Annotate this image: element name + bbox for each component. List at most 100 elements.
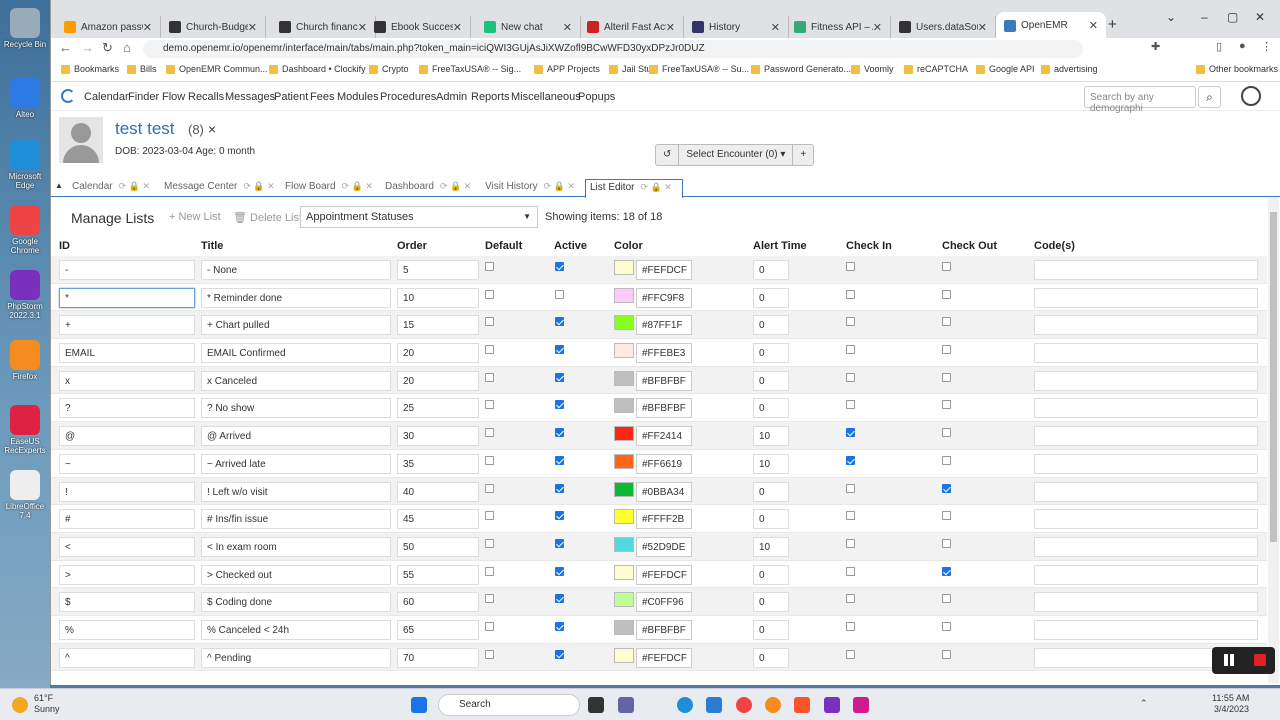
title-input[interactable]: ? No show xyxy=(201,398,391,419)
check-in-checkbox[interactable] xyxy=(846,538,855,548)
codes-input[interactable] xyxy=(1034,453,1258,474)
default-checkbox[interactable] xyxy=(485,511,494,521)
id-input[interactable]: < xyxy=(59,536,195,557)
check-out-checkbox[interactable] xyxy=(942,345,951,355)
default-checkbox[interactable] xyxy=(485,345,494,355)
bookmark-item[interactable]: OpenEMR Commun... xyxy=(166,64,268,74)
default-checkbox[interactable] xyxy=(485,594,494,604)
desktop-icon[interactable]: LibreOffice 7.4 xyxy=(3,470,47,520)
patient-search-input[interactable]: Search by any demographi xyxy=(1084,86,1196,114)
color-input[interactable]: #FFFF2B xyxy=(636,509,692,530)
default-checkbox[interactable] xyxy=(485,317,494,327)
menu-item[interactable]: Recalls xyxy=(188,91,224,103)
check-out-checkbox[interactable] xyxy=(942,317,951,327)
patient-name[interactable]: test test xyxy=(115,119,175,139)
check-in-checkbox[interactable] xyxy=(846,483,855,493)
active-checkbox[interactable] xyxy=(555,538,564,548)
active-checkbox[interactable] xyxy=(555,594,564,604)
codes-input[interactable] xyxy=(1034,509,1258,530)
alert-time-input[interactable]: 0 xyxy=(753,619,789,640)
check-out-checkbox[interactable] xyxy=(942,400,951,410)
id-input[interactable]: % xyxy=(59,619,195,640)
new-tab-icon[interactable]: + xyxy=(1108,16,1117,33)
close-tab-icon[interactable]: ✕ xyxy=(666,21,675,34)
id-input[interactable]: ? xyxy=(59,398,195,419)
browser-tab[interactable]: Users.dataSource✕ xyxy=(891,16,996,38)
stop-icon[interactable] xyxy=(1254,654,1266,666)
color-input[interactable]: #BFBFBF xyxy=(636,619,692,640)
title-input[interactable]: x Canceled xyxy=(201,370,391,391)
color-swatch[interactable] xyxy=(614,481,634,497)
order-input[interactable]: 70 xyxy=(397,647,479,668)
default-checkbox[interactable] xyxy=(485,538,494,548)
id-input[interactable]: @ xyxy=(59,426,195,447)
browser-tab[interactable]: Church finances✕ xyxy=(271,16,376,38)
order-input[interactable]: 35 xyxy=(397,453,479,474)
order-input[interactable]: 60 xyxy=(397,592,479,613)
bookmark-item[interactable]: Voomly xyxy=(851,64,894,74)
codes-input[interactable] xyxy=(1034,370,1258,391)
order-input[interactable]: 30 xyxy=(397,426,479,447)
check-out-checkbox[interactable] xyxy=(942,594,951,604)
taskbar-search[interactable]: Search xyxy=(438,694,580,716)
title-input[interactable]: ~ Arrived late xyxy=(201,453,391,474)
app-icon[interactable] xyxy=(824,697,840,713)
tab-controls-icon[interactable]: ⟳ 🔒 ✕ xyxy=(342,181,373,191)
close-window-icon[interactable]: ✕ xyxy=(1255,10,1265,24)
check-out-checkbox[interactable] xyxy=(942,538,951,548)
bookmark-item[interactable]: Crypto xyxy=(369,64,409,74)
active-checkbox[interactable] xyxy=(555,621,564,631)
weather-icon[interactable] xyxy=(12,697,28,713)
check-in-checkbox[interactable] xyxy=(846,317,855,327)
store-icon[interactable] xyxy=(706,697,722,713)
check-in-checkbox[interactable] xyxy=(846,594,855,604)
codes-input[interactable] xyxy=(1034,481,1258,502)
active-checkbox[interactable] xyxy=(555,345,564,355)
default-checkbox[interactable] xyxy=(485,566,494,576)
id-input[interactable]: > xyxy=(59,564,195,585)
sidebar-icon[interactable]: ▯ xyxy=(1216,40,1222,53)
title-input[interactable]: * Reminder done xyxy=(201,287,391,308)
alert-time-input[interactable]: 0 xyxy=(753,564,789,585)
alert-time-input[interactable]: 0 xyxy=(753,509,789,530)
browser-tab[interactable]: Amazon password✕ xyxy=(56,16,161,38)
active-checkbox[interactable] xyxy=(555,400,564,410)
desktop-icon[interactable]: Firefox xyxy=(3,340,47,381)
check-out-checkbox[interactable] xyxy=(942,483,951,493)
default-checkbox[interactable] xyxy=(485,455,494,465)
default-checkbox[interactable] xyxy=(485,262,494,271)
active-checkbox[interactable] xyxy=(555,262,564,271)
color-swatch[interactable] xyxy=(614,315,634,331)
forward-icon[interactable]: → xyxy=(81,40,94,55)
title-input[interactable]: # Ins/fin issue xyxy=(201,509,391,530)
alert-time-input[interactable]: 0 xyxy=(753,481,789,502)
active-checkbox[interactable] xyxy=(555,455,564,465)
firefox-icon[interactable] xyxy=(765,697,781,713)
order-input[interactable]: 45 xyxy=(397,509,479,530)
color-swatch[interactable] xyxy=(614,564,634,580)
back-icon[interactable]: ← xyxy=(59,40,72,55)
id-input[interactable]: EMAIL xyxy=(59,343,195,364)
menu-item[interactable]: Messages xyxy=(225,91,275,103)
active-checkbox[interactable] xyxy=(555,289,564,299)
select-encounter-dropdown[interactable]: Select Encounter (0) ▾ xyxy=(679,145,794,165)
close-tab-icon[interactable]: ✕ xyxy=(1089,19,1098,32)
codes-input[interactable] xyxy=(1034,315,1258,336)
new-list-button[interactable]: + New List xyxy=(169,211,221,223)
active-checkbox[interactable] xyxy=(555,317,564,327)
desktop-icon[interactable]: Recycle Bin xyxy=(3,8,47,49)
check-in-checkbox[interactable] xyxy=(846,345,855,355)
openemr-logo-icon[interactable] xyxy=(61,89,75,103)
search-button[interactable]: ⌕ xyxy=(1198,86,1221,108)
browser-tab[interactable]: Alteril Fast Acting✕ xyxy=(579,16,684,38)
color-input[interactable]: #BFBFBF xyxy=(636,370,692,391)
check-out-checkbox[interactable] xyxy=(942,262,951,271)
check-in-checkbox[interactable] xyxy=(846,372,855,382)
bookmark-item[interactable]: reCAPTCHA xyxy=(904,64,968,74)
color-swatch[interactable] xyxy=(614,453,634,469)
brave-icon[interactable] xyxy=(794,697,810,713)
check-in-checkbox[interactable] xyxy=(846,649,855,659)
task-view-icon[interactable] xyxy=(588,697,604,713)
title-input[interactable]: < In exam room xyxy=(201,536,391,557)
default-checkbox[interactable] xyxy=(485,483,494,493)
